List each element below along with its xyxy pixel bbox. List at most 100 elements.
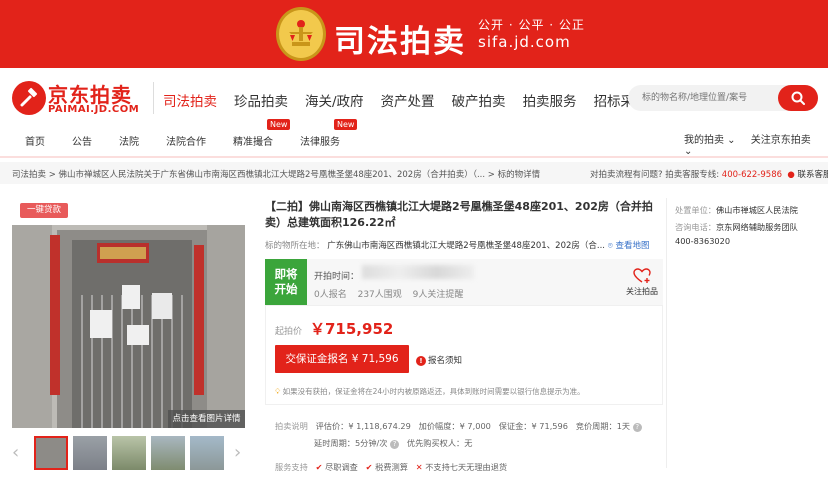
top-banner: 司法拍卖 公开 · 公平 · 公正 sifa.jd.com <box>0 0 828 68</box>
contact-label: 咨询电话： <box>675 222 716 232</box>
contact-phone: 400-8363020 <box>675 236 731 246</box>
notice-label: 报名须知 <box>428 356 463 366</box>
logo-text-en[interactable]: PAIMAI.JD.COM <box>48 104 139 115</box>
follow-button[interactable]: 关注拍品 <box>624 268 660 297</box>
service-item-tax-calc[interactable]: 税费测算 <box>375 462 408 472</box>
auction-details-row-2: 延时周期：5分钟/次 ? 优先购买权人：无 <box>314 437 472 449</box>
banner-domain: sifa.jd.com <box>478 33 571 51</box>
nav-item-treasure-auction[interactable]: 珍品拍卖 <box>234 90 288 110</box>
subnav-court-cooperation[interactable]: 法院合作 <box>166 133 206 148</box>
subnav-precise-matching[interactable]: 精准撮合 New <box>233 119 291 148</box>
deposit-label: 保证金： <box>498 421 532 431</box>
view-map-link[interactable]: 查看地图 <box>616 241 650 251</box>
logo-divider <box>153 82 154 114</box>
assessed-label: 评估价： <box>315 421 349 431</box>
start-time-blurred <box>362 265 474 279</box>
contact-service-link[interactable]: 联系客服 <box>798 170 828 180</box>
address-label: 标的物所在地： <box>265 241 325 251</box>
nav-item-asset-disposal[interactable]: 资产处置 <box>381 90 435 110</box>
status-badge: 即将 开始 <box>265 259 307 305</box>
column-divider <box>666 198 667 468</box>
notice-text: 如果没有获拍，保证金将在24小时内被原路返还，具体到账时间需要以银行信息提示为准… <box>282 387 585 396</box>
check-icon: ✔ <box>365 462 373 472</box>
period-label: 竞价周期： <box>575 421 617 431</box>
start-price-value: ￥715,952 <box>310 320 394 338</box>
subnav-court[interactable]: 法院 <box>119 133 139 148</box>
item-address: 标的物所在地： 广东佛山市南海区西樵镇北江大堤路2号凰樵圣堡48座201、202… <box>265 239 650 251</box>
service-item-due-diligence[interactable]: 尽职调查 <box>325 462 358 472</box>
deposit-value: ¥ 71,596 <box>531 421 568 431</box>
thumbnail[interactable] <box>190 436 224 470</box>
sub-nav: 首页 公告 法院 法院合作 精准撮合 New 法律服务 New <box>25 119 367 148</box>
location-pin-icon: ⌾ <box>607 241 613 251</box>
service-phone: 400-622-9586 <box>721 170 783 180</box>
loan-tag[interactable]: 一键贷款 <box>20 203 68 218</box>
item-stats: 0人报名 237人围观 9人关注提醒 <box>314 287 471 300</box>
chat-icon: ● <box>787 170 795 180</box>
details-section-label: 拍卖说明 <box>275 421 308 431</box>
thumbnail[interactable] <box>34 436 68 470</box>
help-icon[interactable]: ? <box>390 440 400 449</box>
help-icon[interactable]: ? <box>632 423 642 432</box>
nav-item-bankruptcy-auction[interactable]: 破产拍卖 <box>452 90 506 110</box>
registration-notice-link[interactable]: ! 报名须知 <box>416 354 462 366</box>
breadcrumb[interactable]: 司法拍卖 > 佛山市禅城区人民法院关于广东省佛山市南海区西樵镇北江大堤路2号凰樵… <box>12 168 540 180</box>
thumbnail[interactable] <box>73 436 107 470</box>
subnav-home[interactable]: 首页 <box>25 133 45 148</box>
address-value: 广东佛山市南海区西樵镇北江大堤路2号凰樵圣堡48座201、202房（合... <box>327 241 605 251</box>
priority-label: 优先购买权人： <box>406 438 465 448</box>
nav-item-judicial-auction[interactable]: 司法拍卖 <box>163 90 217 110</box>
nav-item-auction-service[interactable]: 拍卖服务 <box>523 90 577 110</box>
status-line-1: 即将 <box>274 267 298 281</box>
service-support: 服务支持 ✔ 尽职调查 ✔ 税费测算 ✕ 不支持七天无理由退货 <box>275 461 507 473</box>
thumbnail[interactable] <box>151 436 185 470</box>
view-photo-details-button[interactable]: 点击查看图片详情 <box>168 410 245 428</box>
subnav-right: 我的拍卖 ⌄ 关注京东拍卖 ⌄ <box>684 131 828 157</box>
status-line-2: 开始 <box>274 282 298 296</box>
new-badge: New <box>334 119 358 130</box>
increment-label: 加价幅度： <box>418 421 460 431</box>
search-icon <box>791 91 805 105</box>
cross-icon: ✕ <box>415 462 423 472</box>
lightbulb-icon: 💡︎ <box>275 387 281 396</box>
banner-title: 司法拍卖 <box>334 24 466 60</box>
service-question: 对拍卖流程有问题? 拍卖客服专线: <box>590 170 720 180</box>
contact-value: 京东网络辅助服务团队 <box>715 222 798 232</box>
unit-value[interactable]: 佛山市禅城区人民法院 <box>716 205 798 215</box>
my-auction-menu[interactable]: 我的拍卖 ⌄ <box>684 135 736 146</box>
unit-label: 处置单位： <box>675 205 716 215</box>
search-button[interactable] <box>778 85 818 111</box>
subnav-announcement[interactable]: 公告 <box>72 133 92 148</box>
search-input[interactable] <box>642 90 782 106</box>
banner-slogan: 公开 · 公平 · 公正 <box>478 18 585 32</box>
thumbnail-strip <box>10 436 250 472</box>
deposit-notice: 💡︎ 如果没有获拍，保证金将在24小时内被原路返还，具体到账时间需要以银行信息提… <box>275 386 585 397</box>
auction-details-row-1: 拍卖说明 评估价：¥ 1,118,674.29 加价幅度：¥ 7,000 保证金… <box>275 420 642 432</box>
check-icon: ✔ <box>315 462 323 472</box>
jd-auction-logo-icon[interactable] <box>12 81 46 115</box>
delay-label: 延时周期： <box>314 438 355 448</box>
search-box <box>628 85 818 111</box>
period-value: 1天 <box>616 421 631 431</box>
nav-item-customs-government[interactable]: 海关/政府 <box>305 90 364 110</box>
follow-label: 关注拍品 <box>626 287 658 296</box>
service-label: 服务支持 <box>275 462 308 472</box>
viewer-count: 237人围观 <box>357 290 402 300</box>
bidder-count: 0人报名 <box>314 290 347 300</box>
new-badge: New <box>267 119 291 130</box>
thumbnail[interactable] <box>112 436 146 470</box>
property-door-image <box>12 225 245 428</box>
subnav-legal-service[interactable]: 法律服务 New <box>300 119 358 148</box>
start-time-label: 开拍时间： <box>314 272 360 282</box>
increment-value: ¥ 7,000 <box>459 421 491 431</box>
main-photo[interactable] <box>12 225 245 428</box>
heart-plus-icon <box>633 268 651 283</box>
no-return-policy: 不支持七天无理由退货 <box>425 462 508 472</box>
pay-deposit-register-button[interactable]: 交保证金报名 ¥ 71,596 <box>275 345 409 373</box>
alert-icon: ! <box>416 356 426 366</box>
disposal-info: 处置单位：佛山市禅城区人民法院 咨询电话：京东网络辅助服务团队 400-8363… <box>675 203 798 248</box>
reminder-count: 9人关注提醒 <box>412 290 464 300</box>
delay-value: 5分钟/次 <box>354 438 388 448</box>
assessed-value: ¥ 1,118,674.29 <box>348 421 411 431</box>
court-emblem-icon <box>276 7 326 61</box>
